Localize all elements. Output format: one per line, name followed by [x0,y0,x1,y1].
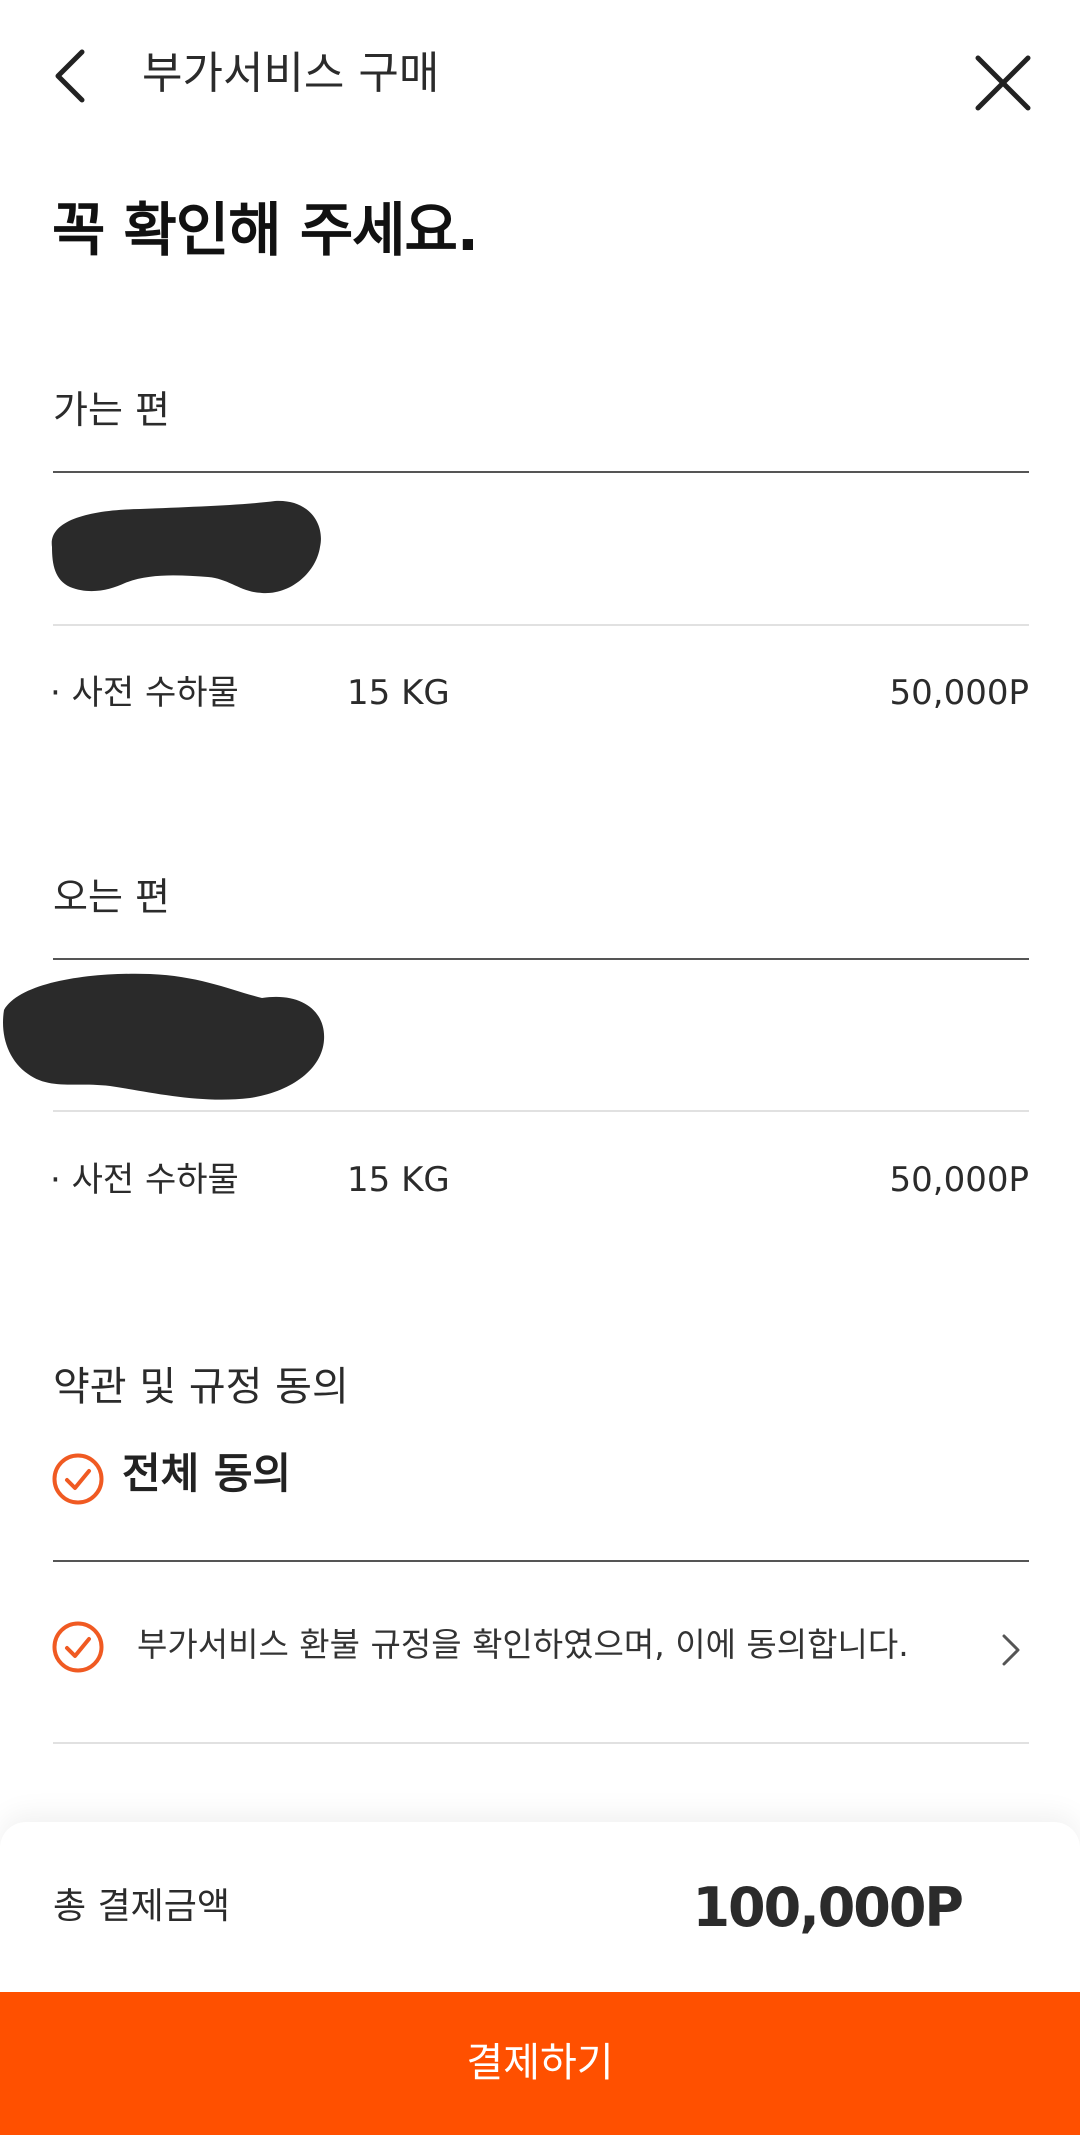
close-button[interactable] [972,52,1034,114]
redacted-flight-info [51,500,321,594]
inbound-label: 오는 편 [53,875,170,919]
agree-refund-checkbox[interactable] [51,1620,105,1674]
terms-title: 약관 및 규정 동의 [53,1364,349,1410]
check-circle-icon [52,1453,104,1505]
check-circle-icon [52,1621,104,1673]
item-name: · 사전 수하물 [50,673,239,713]
pay-button[interactable]: 결제하기 [0,1992,1080,2135]
back-button[interactable] [48,44,96,108]
refund-policy-label[interactable]: 부가서비스 환불 규정을 확인하였으며, 이에 동의합니다. [137,1622,909,1668]
divider [53,958,1029,960]
redacted-flight-info [3,973,325,1100]
item-weight: 15 KG [347,1160,450,1200]
notice-title-clipped [52,150,352,164]
divider [53,624,1029,626]
close-icon [975,55,1031,111]
agree-all-label[interactable]: 전체 동의 [122,1446,291,1502]
chevron-right-icon [1002,1634,1020,1666]
divider [53,1110,1029,1112]
clipped-text-remnant [52,160,352,164]
app-header: 부가서비스 구매 [0,0,1080,140]
item-name: · 사전 수하물 [50,1160,239,1200]
refund-policy-detail-button[interactable] [998,1630,1024,1670]
item-price: 50,000P [889,673,1029,713]
divider [53,471,1029,473]
agree-all-checkbox[interactable] [51,1452,105,1506]
total-label: 총 결제금액 [53,1886,231,1927]
page-title: 부가서비스 구매 [142,48,440,99]
divider [53,1560,1029,1562]
total-amount: 100,000P [692,1876,964,1939]
notice-title: 꼭 확인해 주세요. [52,196,479,264]
chevron-left-icon [55,49,85,103]
item-price: 50,000P [889,1160,1029,1200]
item-weight: 15 KG [347,673,450,713]
outbound-label: 가는 편 [53,388,170,432]
divider [53,1742,1029,1744]
